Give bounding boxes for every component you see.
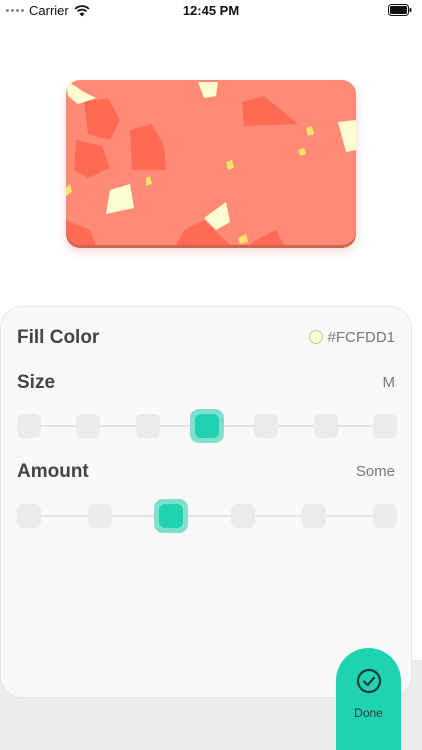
slider-thumb[interactable] bbox=[190, 409, 224, 443]
status-bar: Carrier 12:45 PM bbox=[0, 0, 422, 22]
slider-stop[interactable] bbox=[254, 414, 279, 438]
size-slider[interactable] bbox=[17, 409, 397, 443]
check-circle-icon bbox=[356, 668, 381, 694]
done-label: Done bbox=[354, 706, 383, 720]
slider-stop[interactable] bbox=[313, 414, 338, 438]
size-label: Size bbox=[17, 372, 56, 393]
card-preview bbox=[66, 80, 356, 245]
slider-stop[interactable] bbox=[230, 504, 255, 528]
slider-stop[interactable] bbox=[135, 414, 160, 438]
terrazzo-pattern bbox=[66, 80, 356, 245]
slider-thumb-core bbox=[195, 414, 219, 438]
slider-stop[interactable] bbox=[373, 504, 397, 528]
fill-color-label: Fill Color bbox=[17, 327, 100, 348]
slider-thumb[interactable] bbox=[154, 499, 189, 533]
amount-slider[interactable] bbox=[17, 499, 397, 533]
fill-color-hex: #FCFDD1 bbox=[327, 329, 395, 346]
slider-track bbox=[29, 515, 385, 517]
settings-panel: Fill Color #FCFDD1 Size M Amount Some bbox=[0, 306, 412, 698]
fill-color-value-button[interactable]: #FCFDD1 bbox=[309, 329, 395, 346]
slider-stop[interactable] bbox=[17, 414, 41, 438]
amount-label: Amount bbox=[17, 461, 89, 482]
status-time: 12:45 PM bbox=[182, 3, 240, 18]
battery-icon bbox=[388, 4, 412, 16]
slider-thumb-core bbox=[159, 504, 184, 528]
slider-stop[interactable] bbox=[373, 414, 397, 438]
amount-value: Some bbox=[355, 463, 395, 480]
slider-stop[interactable] bbox=[76, 414, 101, 438]
slider-stop[interactable] bbox=[17, 504, 41, 528]
fill-color-swatch bbox=[309, 330, 324, 344]
done-button[interactable]: Done bbox=[336, 648, 401, 750]
slider-stop[interactable] bbox=[301, 504, 326, 528]
slider-stop[interactable] bbox=[88, 504, 113, 528]
size-value: M bbox=[382, 374, 396, 391]
